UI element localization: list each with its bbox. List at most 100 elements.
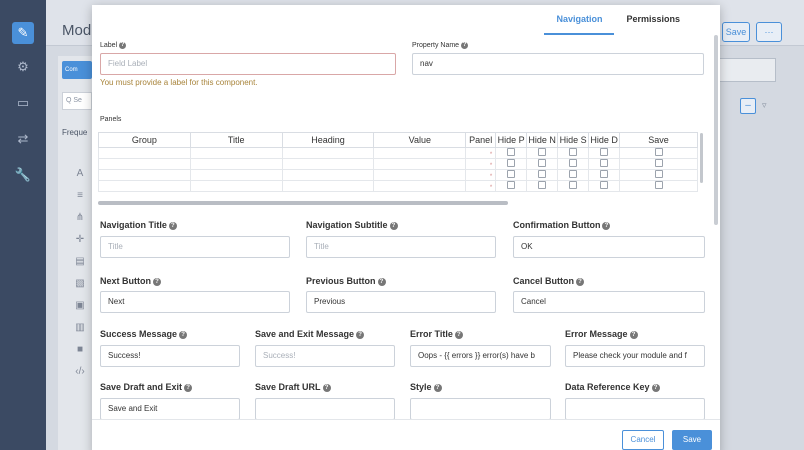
help-icon[interactable]: ?: [322, 384, 331, 392]
success-message-input[interactable]: Success!: [100, 345, 240, 367]
table-horizontal-scrollbar[interactable]: [98, 201, 508, 205]
table-cell[interactable]: [189, 169, 283, 181]
previous-button-input[interactable]: Previous: [306, 291, 496, 313]
data-reference-key-input[interactable]: [565, 398, 705, 420]
checkbox[interactable]: [654, 159, 663, 167]
bg-collapse-button[interactable]: –: [740, 98, 756, 114]
save-icon[interactable]: ▤: [74, 256, 86, 268]
table-cell[interactable]: [98, 180, 191, 192]
checkbox[interactable]: [654, 181, 663, 189]
wrench-icon[interactable]: 🔧: [14, 166, 32, 184]
checkbox[interactable]: [654, 170, 663, 178]
checkbox[interactable]: [600, 181, 609, 189]
table-cell[interactable]: [189, 147, 283, 159]
help-icon[interactable]: ?: [602, 222, 611, 230]
bg-input[interactable]: [716, 58, 776, 82]
checkbox[interactable]: [569, 181, 578, 189]
help-icon[interactable]: ?: [168, 222, 177, 230]
checkbox[interactable]: [538, 181, 547, 189]
text-icon[interactable]: A: [74, 168, 86, 180]
components-search[interactable]: Q Se: [62, 92, 92, 110]
next-button-input[interactable]: Next: [100, 291, 290, 313]
table-cell[interactable]: [281, 169, 375, 181]
help-icon[interactable]: ?: [461, 42, 469, 49]
checkbox[interactable]: [507, 148, 516, 156]
help-icon[interactable]: ?: [629, 331, 638, 339]
checkbox[interactable]: [600, 148, 609, 156]
checkbox[interactable]: [654, 148, 663, 156]
error-title-input[interactable]: Oops - {{ errors }} error(s) have b: [410, 345, 551, 367]
help-icon[interactable]: ?: [179, 331, 188, 339]
table-cell[interactable]: [281, 180, 375, 192]
col-heading: Heading: [281, 132, 375, 148]
bg-more-button[interactable]: ···: [756, 22, 782, 42]
inspector-modal: Navigation Permissions Label? Field Labe…: [92, 5, 720, 450]
property-name-input[interactable]: nav: [412, 53, 704, 75]
help-icon[interactable]: ?: [153, 278, 161, 286]
table-cell[interactable]: [281, 158, 375, 170]
code-icon[interactable]: ‹/›: [74, 366, 86, 378]
save-button[interactable]: Save: [672, 430, 712, 450]
help-icon[interactable]: ?: [433, 384, 442, 392]
col-hide-p: Hide P: [495, 132, 528, 148]
help-icon[interactable]: ?: [119, 42, 127, 49]
checkbox[interactable]: [507, 170, 516, 178]
panel-icon[interactable]: ▣: [74, 300, 86, 312]
transfer-icon[interactable]: ⇄: [14, 130, 32, 148]
table-cell[interactable]: [373, 180, 467, 192]
components-icon[interactable]: ▭: [14, 94, 32, 112]
tree-icon[interactable]: ⋔: [74, 212, 86, 224]
list-icon[interactable]: ≡: [74, 190, 86, 202]
table-cell[interactable]: [373, 158, 467, 170]
table-cell[interactable]: [189, 158, 283, 170]
edit-icon[interactable]: ✎: [12, 22, 34, 44]
settings-icon[interactable]: ⚙: [14, 58, 32, 76]
checkbox[interactable]: [600, 159, 609, 167]
table-cell[interactable]: [98, 169, 191, 181]
cancel-button-input[interactable]: Cancel: [513, 291, 705, 313]
style-input[interactable]: [410, 398, 551, 420]
chevron-down-icon[interactable]: ▿: [762, 100, 767, 111]
help-icon[interactable]: ?: [389, 222, 398, 230]
block-icon[interactable]: ■: [74, 344, 86, 356]
tab-permissions[interactable]: Permissions: [614, 5, 692, 35]
bg-save-button[interactable]: Save: [722, 22, 750, 42]
checkbox[interactable]: [569, 159, 578, 167]
table-cell[interactable]: [281, 147, 375, 159]
table-cell[interactable]: [189, 180, 283, 192]
help-icon[interactable]: ?: [651, 384, 660, 392]
table-cell[interactable]: [373, 147, 467, 159]
save-draft-url-input[interactable]: [255, 398, 395, 420]
checkbox[interactable]: [538, 159, 547, 167]
table-cell[interactable]: [373, 169, 467, 181]
cancel-button[interactable]: Cancel: [622, 430, 664, 450]
checkbox[interactable]: [569, 148, 578, 156]
components-tab[interactable]: Com: [62, 61, 92, 79]
table-icon[interactable]: ▥: [74, 322, 86, 334]
table-vertical-scrollbar[interactable]: [700, 133, 703, 183]
checkbox[interactable]: [569, 170, 578, 178]
help-icon[interactable]: ?: [377, 278, 386, 286]
tab-navigation[interactable]: Navigation: [544, 5, 615, 35]
checkbox[interactable]: [507, 181, 516, 189]
checkbox[interactable]: [507, 159, 516, 167]
save-draft-exit-input[interactable]: Save and Exit: [100, 398, 240, 420]
nav-title-input[interactable]: Title: [100, 236, 290, 258]
table-cell[interactable]: [98, 147, 191, 159]
help-icon[interactable]: ?: [184, 384, 193, 392]
error-message-input[interactable]: Please check your module and f: [565, 345, 705, 367]
checkbox[interactable]: [538, 170, 547, 178]
move-icon[interactable]: ✛: [74, 234, 86, 246]
table-cell[interactable]: [98, 158, 191, 170]
help-icon[interactable]: ?: [356, 331, 365, 339]
image-icon[interactable]: ▧: [74, 278, 86, 290]
help-icon[interactable]: ?: [576, 278, 585, 286]
nav-subtitle-input[interactable]: Title: [306, 236, 496, 258]
label-input[interactable]: Field Label: [100, 53, 396, 75]
save-exit-message-input[interactable]: Success!: [255, 345, 395, 367]
checkbox[interactable]: [600, 170, 609, 178]
confirmation-button-input[interactable]: OK: [513, 236, 705, 258]
checkbox[interactable]: [538, 148, 547, 156]
modal-scrollbar[interactable]: [714, 35, 718, 225]
help-icon[interactable]: ?: [454, 331, 463, 339]
